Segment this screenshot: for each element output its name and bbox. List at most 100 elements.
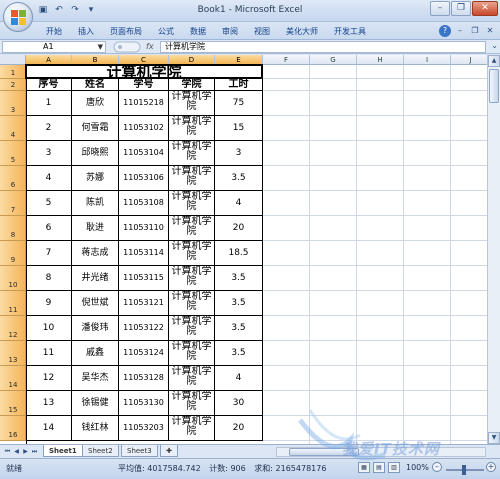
tab-insert[interactable]: 插入 bbox=[70, 25, 102, 38]
first-sheet-icon[interactable]: ⏮ bbox=[3, 447, 12, 457]
table-cell[interactable]: 计算机学院 bbox=[169, 191, 215, 216]
table-cell[interactable]: 11053110 bbox=[119, 216, 169, 241]
row-header-1[interactable]: 1 bbox=[0, 65, 26, 79]
column-header-j[interactable]: J bbox=[451, 55, 487, 65]
table-cell[interactable]: 11053121 bbox=[119, 291, 169, 316]
scroll-down-icon[interactable]: ▼ bbox=[488, 432, 500, 444]
table-cell[interactable]: 4 bbox=[26, 166, 72, 191]
normal-view-icon[interactable]: ▦ bbox=[358, 462, 370, 473]
table-cell[interactable]: 1 bbox=[26, 91, 72, 116]
table-cell[interactable]: 5 bbox=[26, 191, 72, 216]
name-box[interactable]: A1 ▼ bbox=[2, 41, 106, 53]
ribbon-minimize-icon[interactable]: – bbox=[454, 25, 466, 37]
table-cell[interactable]: 11053128 bbox=[119, 366, 169, 391]
close-button[interactable]: ✕ bbox=[472, 1, 498, 16]
table-cell[interactable]: 11053130 bbox=[119, 391, 169, 416]
table-cell[interactable]: 何雪霜 bbox=[72, 116, 119, 141]
table-cell[interactable]: 蒋志成 bbox=[72, 241, 119, 266]
table-cell[interactable]: 计算机学院 bbox=[169, 166, 215, 191]
column-header-i[interactable]: I bbox=[404, 55, 451, 65]
formula-expand-icon[interactable]: ⌄ bbox=[491, 41, 498, 50]
column-header-d[interactable]: D bbox=[169, 55, 215, 65]
next-sheet-icon[interactable]: ▶ bbox=[21, 447, 30, 457]
table-cell[interactable]: 11053122 bbox=[119, 316, 169, 341]
table-cell[interactable]: 7 bbox=[26, 241, 72, 266]
tab-home[interactable]: 开始 bbox=[38, 25, 70, 38]
table-cell[interactable]: 11053114 bbox=[119, 241, 169, 266]
table-header-cell[interactable]: 序号 bbox=[26, 79, 72, 91]
row-header-11[interactable]: 11 bbox=[0, 291, 26, 316]
table-cell[interactable]: 3 bbox=[26, 141, 72, 166]
insert-sheet-icon[interactable]: ✚ bbox=[160, 445, 178, 457]
restore-button[interactable]: ❐ bbox=[451, 1, 471, 16]
table-cell[interactable]: 3.5 bbox=[215, 291, 263, 316]
tab-data[interactable]: 数据 bbox=[182, 25, 214, 38]
page-break-view-icon[interactable]: ▥ bbox=[388, 462, 400, 473]
help-icon[interactable]: ? bbox=[439, 25, 451, 37]
page-layout-view-icon[interactable]: ▤ bbox=[373, 462, 385, 473]
column-header-b[interactable]: B bbox=[72, 55, 119, 65]
table-cell[interactable]: 14 bbox=[26, 416, 72, 441]
table-header-cell[interactable]: 姓名 bbox=[72, 79, 119, 91]
table-cell[interactable]: 计算机学院 bbox=[169, 116, 215, 141]
table-cell[interactable]: 唐欣 bbox=[72, 91, 119, 116]
table-cell[interactable]: 8 bbox=[26, 266, 72, 291]
column-header-c[interactable]: C bbox=[119, 55, 169, 65]
table-cell[interactable]: 11053102 bbox=[119, 116, 169, 141]
row-header-7[interactable]: 7 bbox=[0, 191, 26, 216]
table-cell[interactable]: 计算机学院 bbox=[169, 341, 215, 366]
tab-review[interactable]: 审阅 bbox=[214, 25, 246, 38]
last-sheet-icon[interactable]: ⏭ bbox=[30, 447, 39, 457]
vertical-scroll-thumb[interactable] bbox=[489, 69, 499, 103]
table-cell[interactable]: 井光绪 bbox=[72, 266, 119, 291]
table-cell[interactable]: 13 bbox=[26, 391, 72, 416]
table-header-cell[interactable]: 学院 bbox=[169, 79, 215, 91]
table-cell[interactable]: 计算机学院 bbox=[169, 416, 215, 441]
prev-sheet-icon[interactable]: ◀ bbox=[12, 447, 21, 457]
minimize-button[interactable]: – bbox=[430, 1, 450, 16]
table-cell[interactable]: 20 bbox=[215, 216, 263, 241]
zoom-slider-thumb[interactable] bbox=[462, 465, 466, 475]
table-cell[interactable]: 计算机学院 bbox=[169, 291, 215, 316]
table-cell[interactable]: 11053108 bbox=[119, 191, 169, 216]
table-title[interactable]: 计算机学院 bbox=[26, 65, 263, 79]
table-cell[interactable]: 12 bbox=[26, 366, 72, 391]
sheet-tab-sheet2[interactable]: Sheet2 bbox=[82, 445, 119, 457]
horizontal-scrollbar[interactable] bbox=[276, 447, 486, 457]
tab-developer[interactable]: 开发工具 bbox=[326, 25, 374, 38]
tab-view[interactable]: 视图 bbox=[246, 25, 278, 38]
table-cell[interactable]: 钱红林 bbox=[72, 416, 119, 441]
ribbon-restore-icon[interactable]: ❐ bbox=[469, 25, 481, 37]
row-header-14[interactable]: 14 bbox=[0, 366, 26, 391]
formula-input[interactable]: 计算机学院 bbox=[160, 41, 486, 53]
row-header-3[interactable]: 3 bbox=[0, 91, 26, 116]
table-cell[interactable]: 计算机学院 bbox=[169, 366, 215, 391]
table-cell[interactable]: 计算机学院 bbox=[169, 266, 215, 291]
row-header-4[interactable]: 4 bbox=[0, 116, 26, 141]
table-header-cell[interactable]: 工时 bbox=[215, 79, 263, 91]
table-cell[interactable]: 徐锡健 bbox=[72, 391, 119, 416]
table-cell[interactable]: 3.5 bbox=[215, 266, 263, 291]
zoom-level[interactable]: 100% bbox=[406, 463, 429, 472]
row-header-16[interactable]: 16 bbox=[0, 416, 26, 441]
table-cell[interactable]: 4 bbox=[215, 191, 263, 216]
table-cell[interactable]: 6 bbox=[26, 216, 72, 241]
table-cell[interactable]: 3.5 bbox=[215, 316, 263, 341]
table-cell[interactable]: 9 bbox=[26, 291, 72, 316]
table-cell[interactable]: 3 bbox=[215, 141, 263, 166]
table-cell[interactable]: 11053104 bbox=[119, 141, 169, 166]
table-cell[interactable]: 75 bbox=[215, 91, 263, 116]
column-header-f[interactable]: F bbox=[263, 55, 310, 65]
table-cell[interactable]: 11053124 bbox=[119, 341, 169, 366]
row-header-2[interactable]: 2 bbox=[0, 79, 26, 91]
tab-formulas[interactable]: 公式 bbox=[150, 25, 182, 38]
name-box-dropdown-icon[interactable]: ▼ bbox=[98, 42, 103, 52]
row-header-8[interactable]: 8 bbox=[0, 216, 26, 241]
table-cell[interactable]: 计算机学院 bbox=[169, 241, 215, 266]
table-header-cell[interactable]: 学号 bbox=[119, 79, 169, 91]
ribbon-close-icon[interactable]: ✕ bbox=[484, 25, 496, 37]
table-cell[interactable]: 苏娜 bbox=[72, 166, 119, 191]
table-cell[interactable]: 11053115 bbox=[119, 266, 169, 291]
zoom-in-icon[interactable]: + bbox=[486, 462, 496, 472]
tab-beautify-master[interactable]: 美化大师 bbox=[278, 25, 326, 38]
